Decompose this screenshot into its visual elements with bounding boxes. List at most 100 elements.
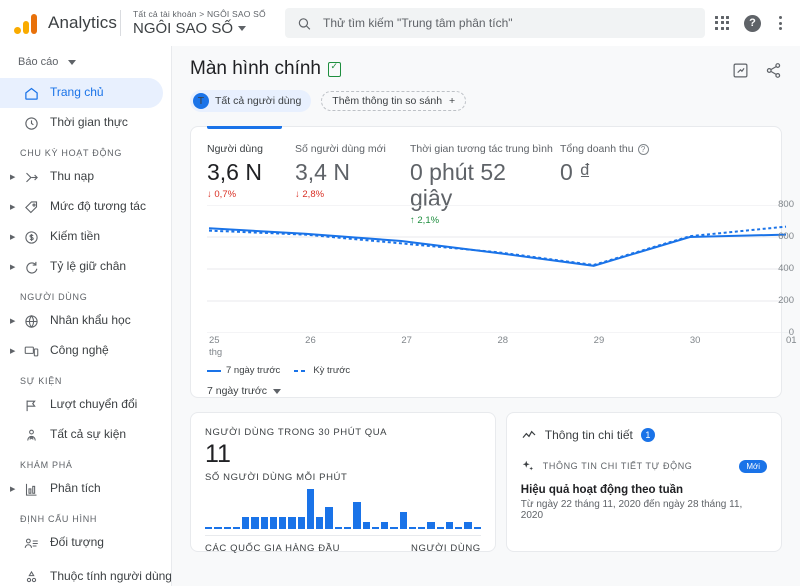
info-question-icon[interactable]: ? <box>638 144 649 155</box>
sidebar-item-phan-tich[interactable]: ▶ Phân tích <box>0 474 163 504</box>
sidebar-item-tat-ca-su-kien[interactable]: Tất cả sự kiện <box>0 420 163 450</box>
sidebar-item-ty-le-giu-chan[interactable]: ▶ Tỷ lệ giữ chân <box>0 252 163 282</box>
sidebar-section-title: CHU KỲ HOẠT ĐỘNG <box>0 138 171 162</box>
y-axis-ticks: 0200400600800 <box>762 205 794 333</box>
search-input[interactable] <box>323 16 693 30</box>
sidebar-item-label: Thời gian thực <box>50 116 128 130</box>
sidebar-item-doi-tuong[interactable]: Đối tượng <box>0 528 163 558</box>
expand-arrow-icon[interactable]: ▶ <box>10 173 20 181</box>
chip-add-comparison[interactable]: Thêm thông tin so sánh + <box>321 91 466 111</box>
realtime-col-users: NGƯỜI DÙNG <box>411 543 481 554</box>
sidebar-item-label: Mức độ tương tác <box>50 200 146 214</box>
main-content: Màn hình chính T Tất cả người dùng Thêm … <box>172 46 800 586</box>
sidebar-item-label: Thuộc tính người dùng <box>50 570 155 584</box>
date-range-selector[interactable]: 7 ngày trước <box>207 385 281 397</box>
top-bar: Analytics Tất cả tài khoản > NGÔI SAO SỐ… <box>0 0 800 46</box>
sidebar-item-label: Đối tượng <box>50 536 104 550</box>
help-icon[interactable]: ? <box>744 15 761 32</box>
analysis-icon <box>20 482 42 497</box>
expand-arrow-icon[interactable]: ▶ <box>10 263 20 271</box>
sidebar: Báo cáo Trang chủ Thời gian thực CHU KỲ … <box>0 46 172 586</box>
insights-header: Thông tin chi tiết 1 <box>521 427 767 443</box>
chart-legend: 7 ngày trước Kỳ trước <box>207 365 350 376</box>
sidebar-item-cong-nghe[interactable]: ▶ Công nghệ <box>0 336 163 366</box>
y-tick-label: 600 <box>778 231 794 242</box>
sidebar-item-thuoc-tinh-nguoi-dung[interactable]: Thuộc tính người dùng <box>0 558 163 586</box>
overview-line-chart[interactable]: 0200400600800 <box>207 205 792 333</box>
legend-label: Kỳ trước <box>313 365 350 376</box>
metric-label: Người dùng <box>207 143 295 155</box>
legend-item-previous[interactable]: Kỳ trước <box>294 365 350 376</box>
insight-item-title[interactable]: Hiệu quả hoạt động theo tuần <box>521 484 767 496</box>
page-title-label: Màn hình chính <box>190 58 321 80</box>
sidebar-item-label: Tỷ lệ giữ chân <box>50 260 126 274</box>
metric-value: 0 ₫ <box>560 160 710 186</box>
realtime-bar <box>298 517 305 530</box>
realtime-col-countries: CÁC QUỐC GIA HÀNG ĐẦU <box>205 543 340 554</box>
account-selector[interactable]: Tất cả tài khoản > NGÔI SAO SỐ NGÔI SAO … <box>133 9 273 37</box>
sidebar-item-muc-do-tuong-tac[interactable]: ▶ Mức độ tương tác <box>0 192 163 222</box>
metric-label: Thời gian tương tác trung bình <box>410 143 560 155</box>
search-icon <box>297 16 311 31</box>
apps-grid-icon[interactable] <box>715 16 730 31</box>
globe-icon <box>20 314 42 329</box>
expand-arrow-icon[interactable]: ▶ <box>10 203 20 211</box>
account-breadcrumb: Tất cả tài khoản > NGÔI SAO SỐ <box>133 9 273 19</box>
y-tick-label: 200 <box>778 295 794 306</box>
y-tick-label: 400 <box>778 263 794 274</box>
sidebar-item-luot-chuyen-doi[interactable]: Lượt chuyển đổi <box>0 390 163 420</box>
realtime-bar <box>381 522 388 530</box>
expand-arrow-icon[interactable]: ▶ <box>10 233 20 241</box>
analytics-logo-area[interactable]: Analytics <box>0 12 118 34</box>
insight-item-date: Từ ngày 22 tháng 11, 2020 đến ngày 28 th… <box>521 499 767 521</box>
metric-delta: ↓ 2,8% <box>295 189 410 200</box>
retention-icon <box>20 260 42 275</box>
sidebar-item-thoi-gian-thuc[interactable]: Thời gian thực <box>0 108 163 138</box>
chip-all-users[interactable]: T Tất cả người dùng <box>190 90 311 112</box>
user-properties-icon <box>20 570 42 585</box>
tag-icon <box>20 200 42 215</box>
expand-arrow-icon[interactable]: ▶ <box>10 317 20 325</box>
legend-label: 7 ngày trước <box>226 365 280 376</box>
insights-header-label: Thông tin chi tiết <box>545 428 633 442</box>
top-bar-actions: ? <box>715 14 800 32</box>
x-tick-label: 25thg <box>209 335 222 359</box>
x-tick-label: 28 <box>498 335 509 347</box>
more-vert-icon[interactable] <box>775 14 786 32</box>
legend-item-current[interactable]: 7 ngày trước <box>207 365 280 376</box>
sidebar-item-thu-nap[interactable]: ▶ Thu nạp <box>0 162 163 192</box>
share-icon[interactable] <box>765 62 782 79</box>
acquisition-icon <box>20 170 42 185</box>
realtime-bar-chart[interactable] <box>205 489 481 529</box>
edit-doc-icon[interactable] <box>328 62 341 77</box>
sidebar-item-nhan-khau-hoc[interactable]: ▶ Nhân khẩu học <box>0 306 163 336</box>
metric-value: 0 phút 52 giây <box>410 160 525 212</box>
property-name: NGÔI SAO SỐ <box>133 20 273 37</box>
realtime-bar <box>363 522 370 530</box>
header-divider <box>120 10 121 36</box>
sidebar-item-kiem-tien[interactable]: ▶ Kiếm tiền <box>0 222 163 252</box>
metric-label: Số người dùng mới <box>295 143 410 155</box>
realtime-bar <box>325 507 332 530</box>
realtime-title: NGƯỜI DÙNG TRONG 30 PHÚT QUA <box>205 427 481 438</box>
realtime-bar <box>316 517 323 530</box>
expand-arrow-icon[interactable]: ▶ <box>10 347 20 355</box>
realtime-bar <box>261 517 268 530</box>
reports-selector[interactable]: Báo cáo <box>0 46 171 78</box>
bottom-cards-row: NGƯỜI DÙNG TRONG 30 PHÚT QUA 11 SỐ NGƯỜI… <box>172 398 800 552</box>
realtime-bar <box>353 502 360 530</box>
flag-icon <box>20 398 42 413</box>
realtime-bar <box>288 517 295 530</box>
sidebar-item-label: Nhân khẩu học <box>50 314 131 328</box>
sidebar-item-label: Trang chủ <box>50 86 104 100</box>
realtime-bar <box>427 522 434 530</box>
metric-delta-value: 0,7% <box>214 189 236 200</box>
plus-icon: + <box>449 95 455 107</box>
expand-arrow-icon[interactable]: ▶ <box>10 485 20 493</box>
sidebar-item-label: Thu nạp <box>50 170 94 184</box>
realtime-bar <box>279 517 286 530</box>
search-bar[interactable] <box>285 8 705 38</box>
sidebar-item-trang-chu[interactable]: Trang chủ <box>0 78 163 108</box>
realtime-bar <box>307 489 314 529</box>
customize-report-icon[interactable] <box>732 62 749 79</box>
